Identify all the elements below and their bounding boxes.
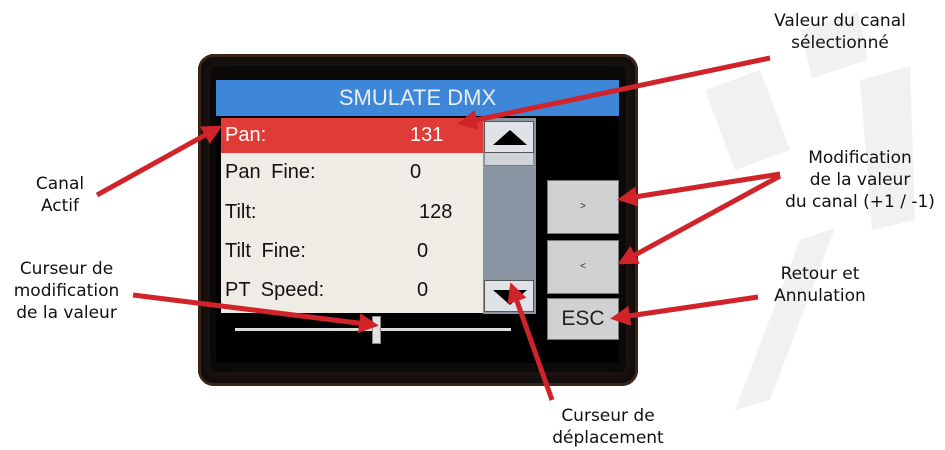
arrow-esc [610, 294, 759, 326]
annotation-back-cancel: Retour et Annulation [774, 264, 866, 306]
arrow-active-channel [95, 125, 223, 198]
annotation-arrows [95, 55, 782, 401]
annotation-move-cursor: Curseur de déplacement [552, 406, 664, 448]
annotation-active-channel: Canal Actif [35, 174, 85, 216]
annotation-value-change: Modification de la valeur du canal (+1 /… [785, 148, 935, 212]
arrow-selected-value [457, 55, 771, 130]
annotation-selected-value: Valeur du canal sélectionné [774, 11, 906, 53]
annotation-value-cursor: Curseur de modification de la valeur [13, 259, 120, 323]
arrow-slider [132, 292, 379, 334]
arrow-scroll [507, 282, 555, 401]
